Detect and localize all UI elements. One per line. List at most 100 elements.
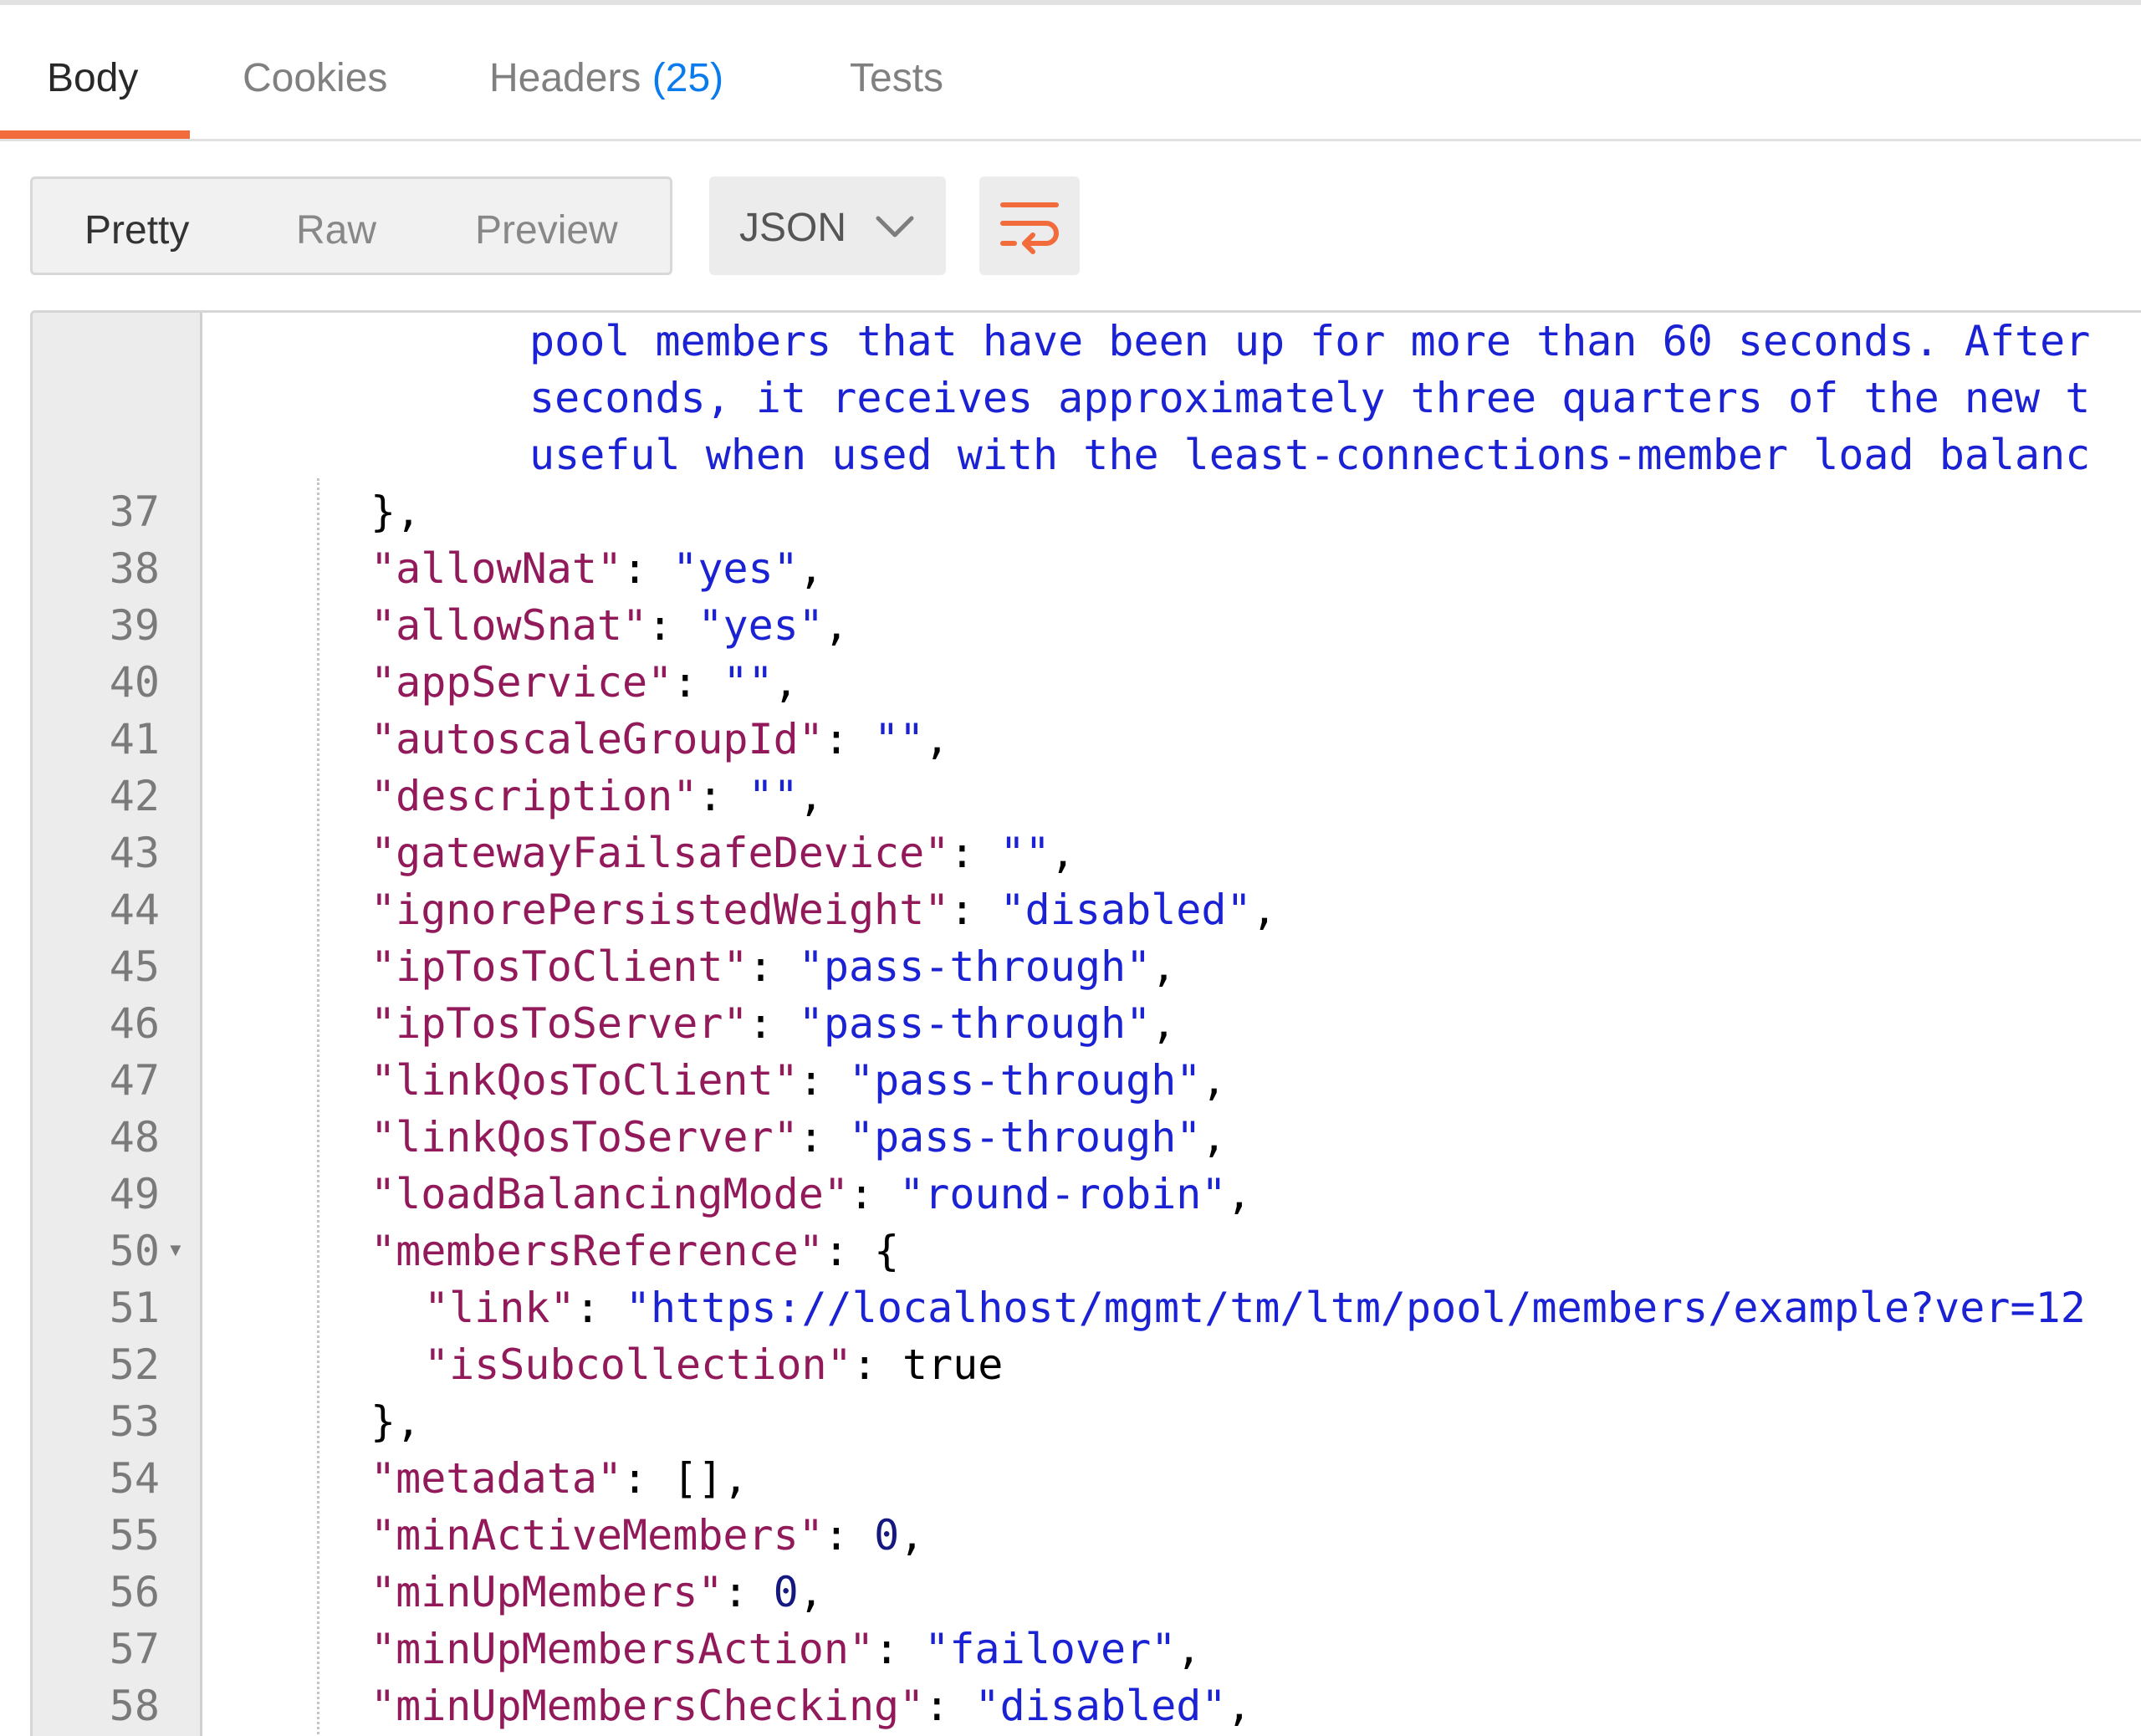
json-separator: : [823, 1511, 875, 1560]
indent-guide [317, 478, 319, 1736]
json-key: "description" [370, 772, 698, 820]
format-dropdown[interactable]: JSON [709, 176, 946, 275]
json-number-value: 0 [874, 1511, 900, 1560]
json-punctuation: , [1151, 942, 1177, 991]
line-number: 39 [109, 601, 160, 650]
json-separator: : [672, 658, 723, 707]
line-number: 54 [109, 1454, 160, 1503]
pretty-button[interactable]: Pretty [84, 207, 189, 253]
json-literal-value: [] [672, 1454, 723, 1503]
json-string-value: "" [999, 829, 1050, 877]
code-line: "loadBalancingMode": "round-robin", [370, 1166, 1252, 1223]
json-string-value: "" [874, 715, 925, 763]
wrap-lines-button[interactable] [979, 176, 1080, 275]
code-line: "appService": "", [370, 654, 799, 711]
json-punctuation: , [1201, 1056, 1227, 1105]
json-punctuation: , [798, 772, 824, 820]
json-string-value: "" [723, 658, 774, 707]
json-separator: : [622, 544, 673, 593]
json-punctuation: , [1176, 1625, 1202, 1673]
headers-count-badge: (25) [651, 56, 724, 100]
json-string-value: "yes" [672, 544, 799, 593]
code-line: "linkQosToClient": "pass-through", [370, 1052, 1227, 1109]
json-key: "membersReference" [370, 1227, 824, 1275]
preview-button[interactable]: Preview [475, 207, 618, 253]
json-key: "ipTosToClient" [370, 942, 749, 991]
code-line: "ignorePersistedWeight": "disabled", [370, 881, 1277, 938]
line-number: 38 [109, 544, 160, 593]
json-separator: : [823, 715, 875, 763]
wrapped-string-line: seconds, it receives approximately three… [529, 374, 2091, 422]
wrap-lines-icon [1000, 202, 1059, 254]
json-brace: }, [370, 1397, 422, 1446]
json-string-value: "round-robin" [899, 1170, 1227, 1218]
line-number: 37 [109, 488, 160, 536]
json-string-value: "failover" [924, 1625, 1177, 1673]
json-punctuation: , [798, 1568, 824, 1616]
json-separator: : [874, 1625, 925, 1673]
json-separator: : [949, 886, 1000, 934]
tab-tests-label: Tests [850, 56, 944, 100]
format-dropdown-value: JSON [739, 206, 847, 250]
code-line: }, [370, 483, 421, 540]
code-line: "minActiveMembers": 0, [370, 1507, 924, 1564]
json-literal-value: true [902, 1340, 1004, 1389]
json-separator: : [924, 1682, 975, 1730]
json-punctuation: , [773, 658, 799, 707]
json-separator: : [798, 1056, 849, 1105]
json-separator: : [647, 601, 698, 650]
json-punctuation: , [1251, 886, 1277, 934]
json-key: "link" [424, 1284, 575, 1332]
code-line: "gatewayFailsafeDevice": "", [370, 825, 1076, 881]
line-number: 49 [109, 1170, 160, 1218]
json-string-value: "https://localhost/mgmt/tm/ltm/pool/memb… [625, 1284, 2086, 1332]
tab-cookies[interactable]: Cookies [243, 55, 387, 139]
line-number: 53 [109, 1397, 160, 1446]
line-number: 45 [109, 942, 160, 991]
json-brace: }, [370, 488, 422, 536]
json-key: "ipTosToServer" [370, 999, 749, 1048]
line-number: 50 [109, 1227, 160, 1275]
json-key: "allowNat" [370, 544, 623, 593]
json-key: "metadata" [370, 1454, 623, 1503]
line-number: 47 [109, 1056, 160, 1105]
json-string-value: "" [748, 772, 799, 820]
raw-button[interactable]: Raw [296, 207, 376, 253]
json-key: "ignorePersistedWeight" [370, 886, 950, 934]
code-line: "metadata": [], [370, 1450, 749, 1507]
json-punctuation: , [1226, 1170, 1252, 1218]
json-string-value: "pass-through" [848, 1113, 1202, 1162]
json-punctuation: , [798, 544, 824, 593]
response-tabs: Body Cookies Headers (25) Tests [0, 5, 2141, 141]
json-punctuation: , [924, 715, 950, 763]
fold-toggle-icon[interactable]: ▼ [166, 1239, 185, 1261]
line-number: 58 [109, 1682, 160, 1730]
json-punctuation: , [1151, 999, 1177, 1048]
line-number: 46 [109, 999, 160, 1048]
code-line: }, [370, 1393, 421, 1450]
tab-headers-label: Headers [489, 56, 641, 100]
line-number: 48 [109, 1113, 160, 1162]
json-separator: : [575, 1284, 626, 1332]
tab-headers[interactable]: Headers (25) [489, 55, 723, 139]
json-string-value: "pass-through" [798, 942, 1152, 991]
json-separator: : [697, 772, 749, 820]
view-mode-selector: Pretty Raw Preview [30, 176, 672, 275]
json-separator: : [723, 1568, 774, 1616]
json-separator: : [848, 1170, 900, 1218]
json-punctuation: , [723, 1454, 749, 1503]
json-key: "loadBalancingMode" [370, 1170, 849, 1218]
json-key: "appService" [370, 658, 673, 707]
json-key: "minUpMembersAction" [370, 1625, 875, 1673]
code-line: "allowSnat": "yes", [370, 597, 849, 654]
code-line: "minUpMembers": 0, [370, 1564, 824, 1621]
line-number-gutter: 37 38 39 40 41 42 43 44 45 46 47 48 49 50 ▼ 51 52 53 54 55 5… [33, 313, 202, 1736]
tab-tests[interactable]: Tests [850, 55, 943, 139]
code-line: "linkQosToServer": "pass-through", [370, 1109, 1227, 1166]
line-number: 55 [109, 1511, 160, 1560]
json-punctuation: , [899, 1511, 925, 1560]
response-body-editor[interactable]: 37 38 39 40 41 42 43 44 45 46 47 48 49 50 ▼ 51 52 53 54 55 5… [30, 310, 2141, 1736]
json-separator: : [823, 1227, 875, 1275]
json-punctuation: , [1226, 1682, 1252, 1730]
tab-body[interactable]: Body [47, 55, 138, 139]
